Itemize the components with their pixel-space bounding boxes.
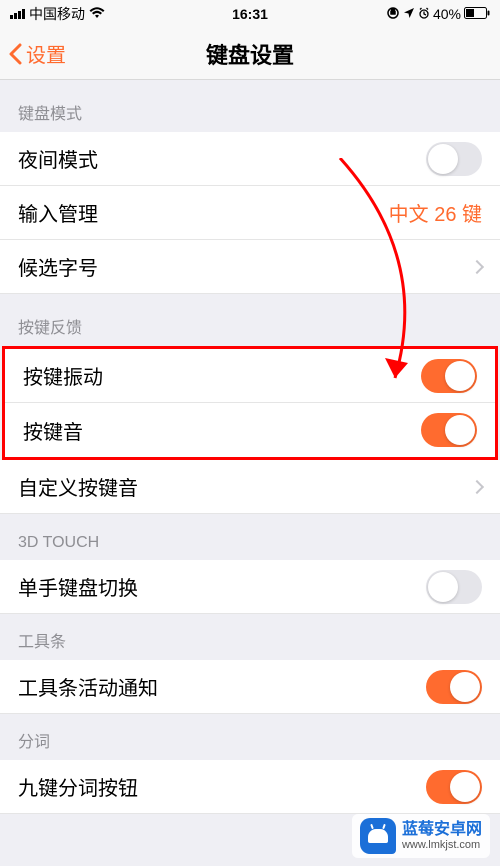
signal-icon <box>10 9 25 19</box>
status-left: 中国移动 <box>10 4 105 24</box>
row-key-vibrate[interactable]: 按键振动 <box>5 349 495 403</box>
nine-key-toggle[interactable] <box>426 770 482 804</box>
chevron-left-icon <box>8 43 22 65</box>
carrier-label: 中国移动 <box>29 4 85 24</box>
row-night-mode[interactable]: 夜间模式 <box>0 132 500 186</box>
section-header-feedback: 按键反馈 <box>0 294 500 346</box>
section-header-3dtouch: 3D TOUCH <box>0 514 500 560</box>
toolbar-activity-label: 工具条活动通知 <box>18 672 158 701</box>
nav-bar: 设置 键盘设置 <box>0 28 500 80</box>
location-icon <box>403 6 415 22</box>
battery-percent: 40% <box>433 6 461 22</box>
chevron-right-icon <box>470 259 484 273</box>
watermark-icon <box>360 818 396 854</box>
wifi-icon <box>89 6 105 22</box>
key-vibrate-toggle[interactable] <box>421 359 477 393</box>
row-candidate-size[interactable]: 候选字号 <box>0 240 500 294</box>
nine-key-label: 九键分词按钮 <box>18 772 138 801</box>
battery-icon <box>464 6 490 22</box>
watermark-title: 蓝莓安卓网 <box>402 821 482 839</box>
row-toolbar-activity[interactable]: 工具条活动通知 <box>0 660 500 714</box>
section-header-keyboard-mode: 键盘模式 <box>0 80 500 132</box>
watermark-url: www.lmkjst.com <box>402 839 482 851</box>
section-header-segment: 分词 <box>0 714 500 760</box>
one-hand-label: 单手键盘切换 <box>18 572 138 601</box>
page-title: 键盘设置 <box>206 38 294 70</box>
row-custom-sound[interactable]: 自定义按键音 <box>0 460 500 514</box>
input-mgmt-label: 输入管理 <box>18 198 98 227</box>
night-mode-label: 夜间模式 <box>18 144 98 173</box>
watermark-text: 蓝莓安卓网 www.lmkjst.com <box>402 821 482 851</box>
key-vibrate-label: 按键振动 <box>23 361 103 390</box>
annotation-highlight: 按键振动 按键音 <box>2 346 498 460</box>
chevron-right-icon <box>470 479 484 493</box>
row-input-management[interactable]: 输入管理 中文 26 键 <box>0 186 500 240</box>
status-time: 16:31 <box>232 6 268 22</box>
orientation-lock-icon <box>386 6 400 23</box>
status-right: 40% <box>386 6 490 23</box>
toolbar-activity-toggle[interactable] <box>426 670 482 704</box>
key-sound-toggle[interactable] <box>421 413 477 447</box>
custom-sound-label: 自定义按键音 <box>18 472 138 501</box>
candidate-size-label: 候选字号 <box>18 252 98 281</box>
row-nine-key[interactable]: 九键分词按钮 <box>0 760 500 814</box>
watermark: 蓝莓安卓网 www.lmkjst.com <box>352 814 490 858</box>
row-key-sound[interactable]: 按键音 <box>5 403 495 457</box>
back-label: 设置 <box>26 39 66 68</box>
night-mode-toggle[interactable] <box>426 142 482 176</box>
input-mgmt-value: 中文 26 键 <box>389 198 482 227</box>
one-hand-toggle[interactable] <box>426 570 482 604</box>
back-button[interactable]: 设置 <box>0 39 66 68</box>
row-one-hand[interactable]: 单手键盘切换 <box>0 560 500 614</box>
section-header-toolbar: 工具条 <box>0 614 500 660</box>
alarm-icon <box>418 6 430 22</box>
key-sound-label: 按键音 <box>23 416 83 445</box>
status-bar: 中国移动 16:31 40% <box>0 0 500 28</box>
